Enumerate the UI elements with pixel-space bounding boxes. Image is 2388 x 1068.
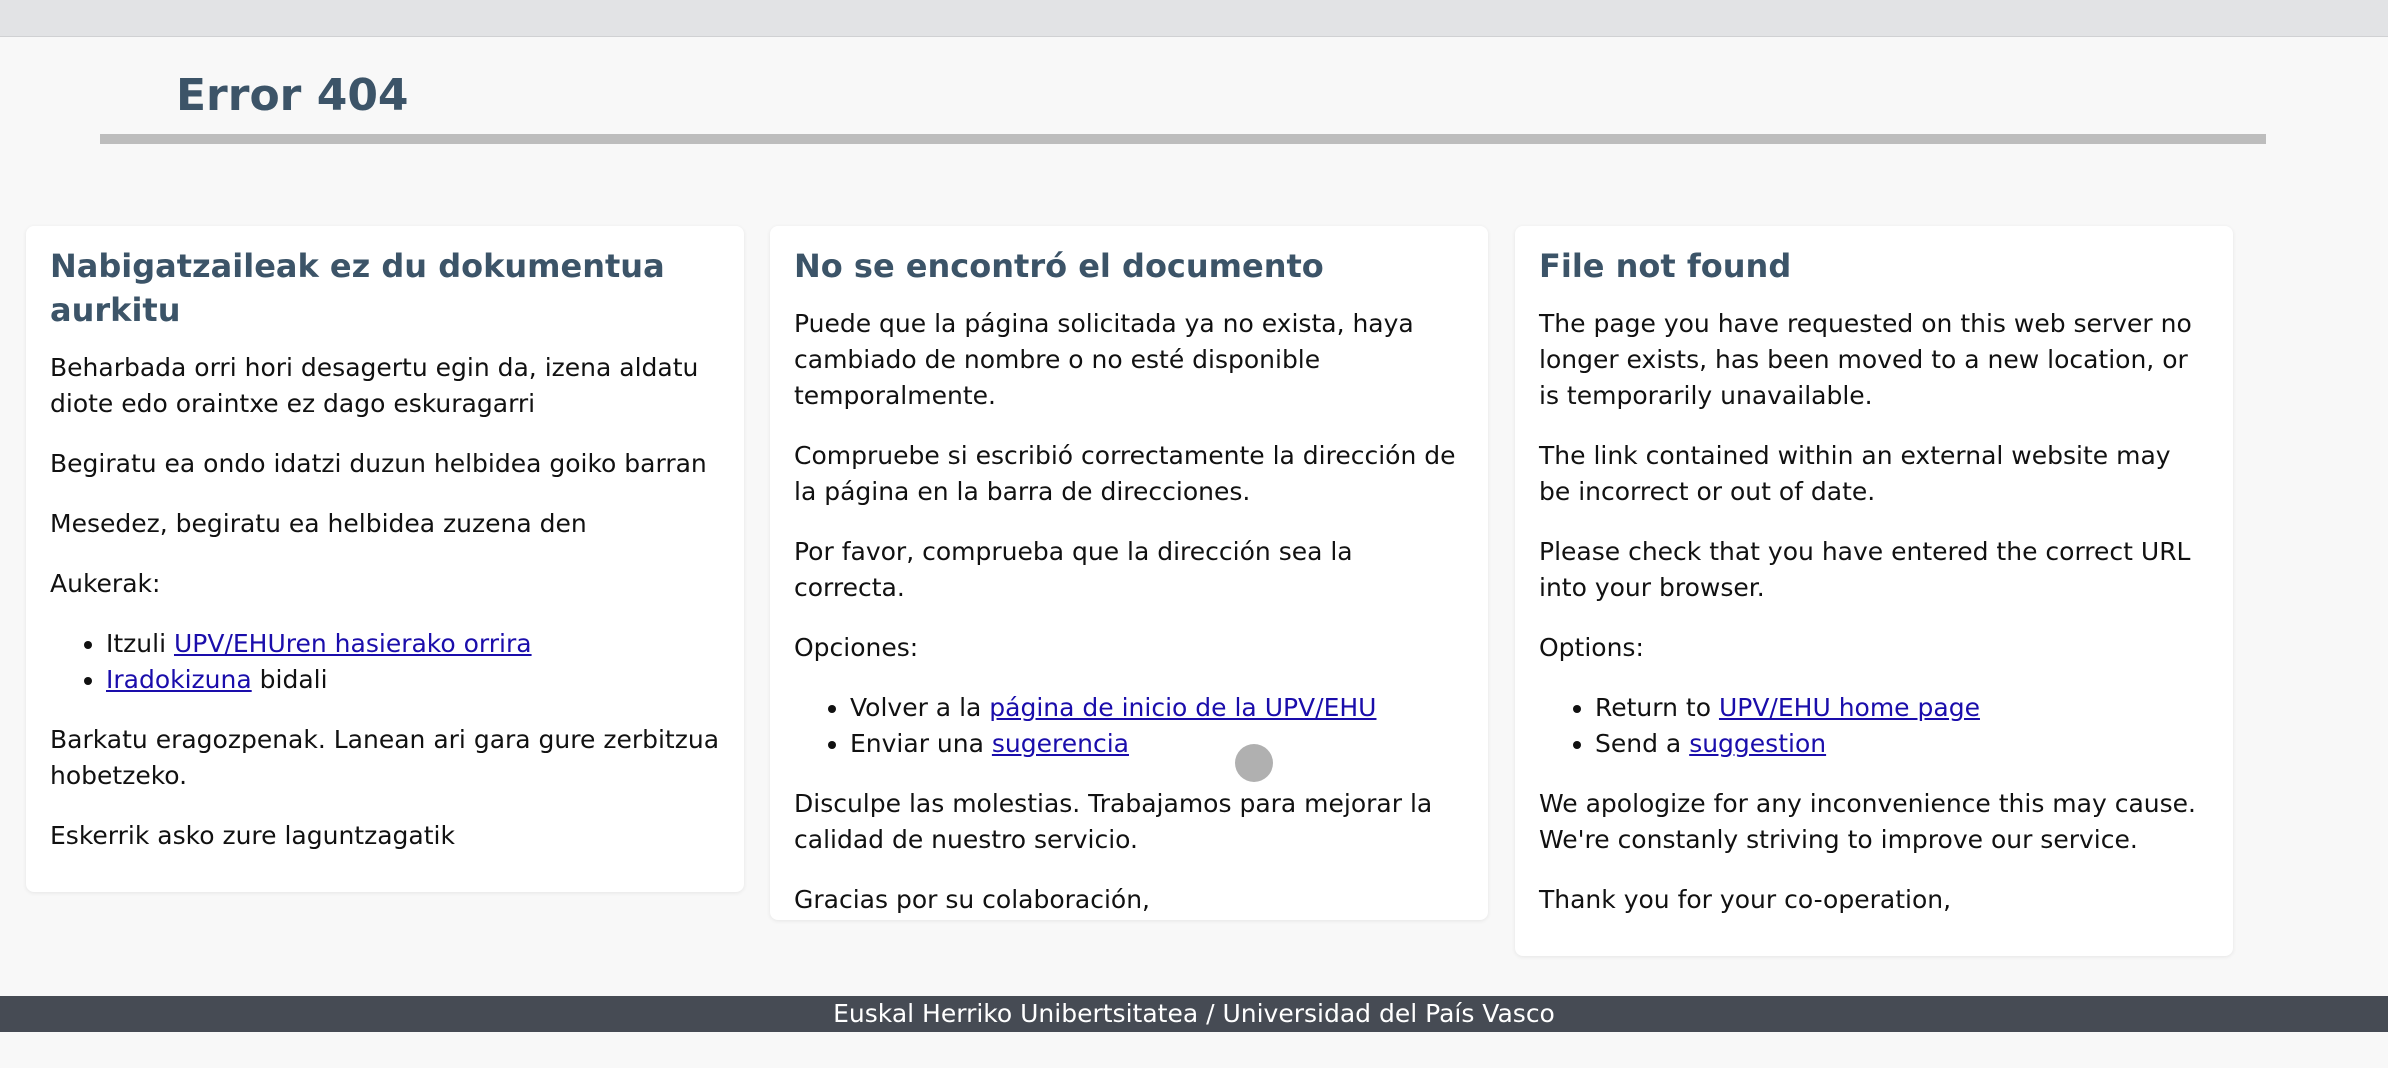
page-title: Error 404 — [176, 70, 409, 121]
message-text: Beharbada orri hori desagertu egin da, i… — [50, 353, 699, 418]
card-english: File not found The page you have request… — [1515, 226, 2233, 956]
list-item: Return to UPV/EHU home page — [1595, 690, 2209, 726]
thanks-text: Thank you for your co-operation, — [1539, 885, 1952, 914]
list-item: Enviar una sugerencia — [850, 726, 1464, 762]
options-label: Aukerak: — [50, 569, 161, 598]
option-prefix: Enviar una — [850, 729, 992, 758]
home-page-link[interactable]: UPV/EHU home page — [1719, 693, 1980, 722]
list-item: Send a suggestion — [1595, 726, 2209, 762]
suggestion-link[interactable]: suggestion — [1689, 729, 1826, 758]
check-url-text: Mesedez, begiratu ea helbidea zuzena den — [50, 509, 587, 538]
option-prefix: Volver a la — [850, 693, 990, 722]
option-prefix: Return to — [1595, 693, 1719, 722]
list-item: Itzuli UPV/EHUren hasierako orrira — [106, 626, 720, 662]
option-prefix: Itzuli — [106, 629, 174, 658]
options-list: Itzuli UPV/EHUren hasierako orrira Irado… — [50, 626, 720, 698]
list-item: Volver a la página de inicio de la UPV/E… — [850, 690, 1464, 726]
option-prefix: Send a — [1595, 729, 1690, 758]
card-basque: Nabigatzaileak ez du dokumentua aurkitu … — [26, 226, 744, 892]
home-page-link[interactable]: página de inicio de la UPV/EHU — [989, 693, 1376, 722]
apology-text: We apologize for any inconvenience this … — [1539, 789, 2196, 854]
option-suffix: bidali — [251, 665, 328, 694]
check-url-text: Please check that you have entered the c… — [1539, 537, 2191, 602]
card-spanish: No se encontró el documento Puede que la… — [770, 226, 1488, 920]
card-heading: Nabigatzaileak ez du dokumentua aurkitu — [50, 247, 665, 329]
hint-text: The link contained within an external we… — [1539, 441, 2171, 506]
hint-text: Compruebe si escribió correctamente la d… — [794, 441, 1456, 506]
message-text: The page you have requested on this web … — [1539, 309, 2192, 410]
card-heading: No se encontró el documento — [794, 247, 1324, 285]
home-page-link[interactable]: UPV/EHUren hasierako orrira — [174, 629, 532, 658]
options-label: Opciones: — [794, 633, 919, 662]
list-item: Iradokizuna bidali — [106, 662, 720, 698]
options-list: Return to UPV/EHU home page Send a sugge… — [1539, 690, 2209, 762]
suggestion-link[interactable]: sugerencia — [992, 729, 1129, 758]
footer-text: Euskal Herriko Unibertsitatea / Universi… — [833, 999, 1555, 1028]
card-heading: File not found — [1539, 247, 1792, 285]
browser-top-bar — [0, 0, 2388, 37]
apology-text: Disculpe las molestias. Trabajamos para … — [794, 789, 1433, 854]
mouse-cursor-indicator — [1235, 744, 1273, 782]
title-divider — [100, 134, 2266, 144]
options-label: Options: — [1539, 633, 1644, 662]
apology-text: Barkatu eragozpenak. Lanean ari gara gur… — [50, 725, 720, 790]
thanks-text: Gracias por su colaboración, — [794, 885, 1151, 914]
suggestion-link[interactable]: Iradokizuna — [106, 665, 252, 694]
message-text: Puede que la página solicitada ya no exi… — [794, 309, 1414, 410]
options-list: Volver a la página de inicio de la UPV/E… — [794, 690, 1464, 762]
thanks-text: Eskerrik asko zure laguntzagatik — [50, 821, 455, 850]
check-url-text: Por favor, comprueba que la dirección se… — [794, 537, 1353, 602]
footer: Euskal Herriko Unibertsitatea / Universi… — [0, 996, 2388, 1032]
hint-text: Begiratu ea ondo idatzi duzun helbidea g… — [50, 449, 707, 478]
